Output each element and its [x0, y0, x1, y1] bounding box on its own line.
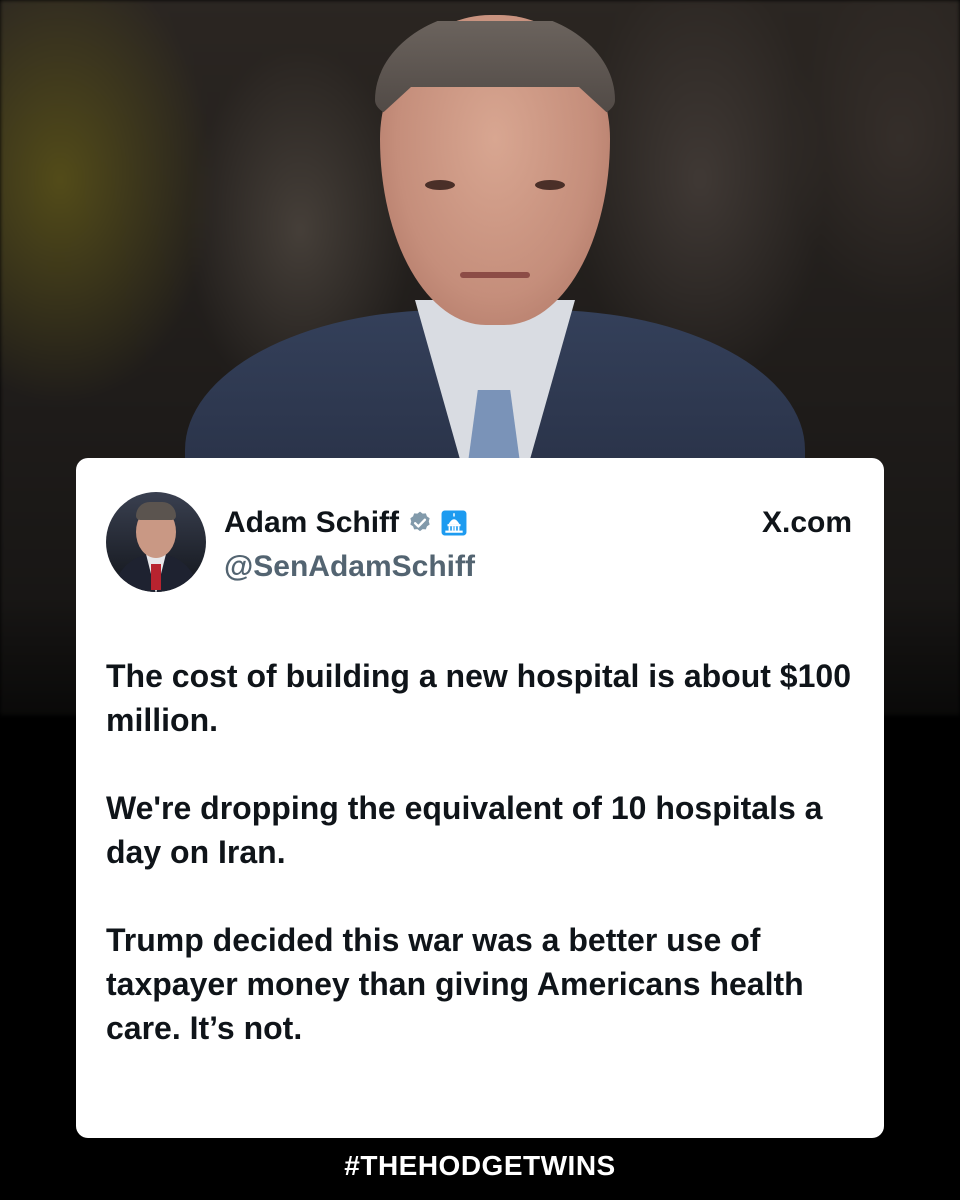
tweet-body: The cost of building a new hospital is a… [106, 654, 866, 1094]
tweet-card: Adam Schiff @SenAdamSchiff X.com The cos… [76, 458, 884, 1138]
author-row: Adam Schiff [224, 506, 467, 540]
subject-photo [185, 10, 805, 470]
source-label: X.com [761, 506, 852, 539]
capitol-icon [441, 510, 467, 536]
author-handle[interactable]: @SenAdamSchiff [224, 550, 475, 584]
tweet-paragraph: Trump decided this war was a better use … [106, 922, 804, 1046]
footer-hashtag: #THEHODGETWINS [344, 1150, 616, 1181]
verified-badge-icon [410, 511, 430, 532]
author-name[interactable]: Adam Schiff [224, 506, 399, 540]
avatar[interactable] [106, 492, 206, 592]
tweet-paragraph: We're dropping the equivalent of 10 hosp… [106, 790, 823, 870]
tweet-paragraph: The cost of building a new hospital is a… [106, 658, 851, 738]
